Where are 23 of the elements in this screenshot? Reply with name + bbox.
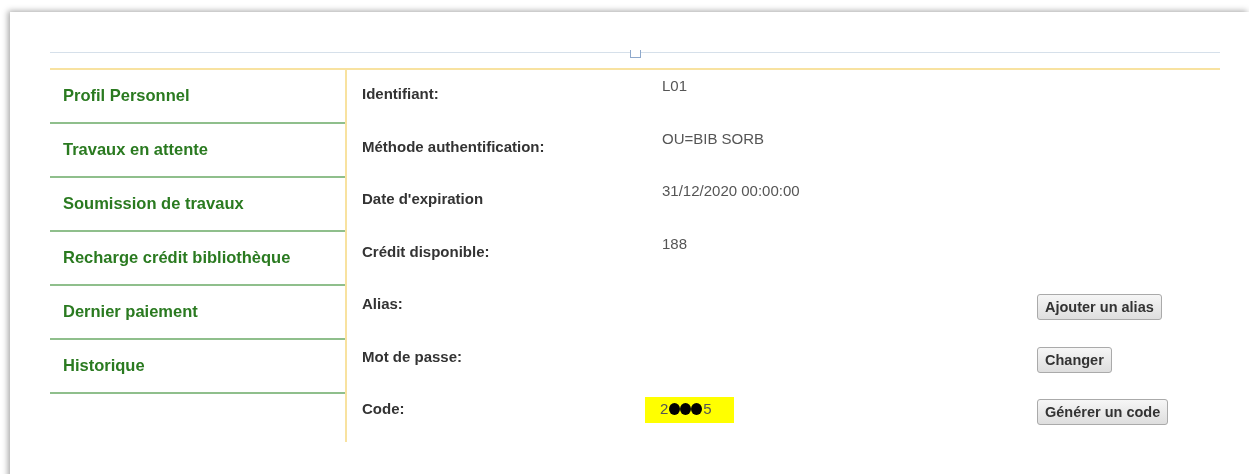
field-value: L01 bbox=[662, 77, 688, 94]
field-value: 31/12/2020 00:00:00 bbox=[662, 182, 800, 199]
action-button[interactable]: Ajouter un alias bbox=[1037, 294, 1162, 320]
sidebar-link[interactable]: Dernier paiement bbox=[50, 286, 345, 340]
sidebar-link[interactable]: Historique bbox=[50, 340, 345, 394]
action-button[interactable]: Changer bbox=[1037, 346, 1112, 373]
field-label: Méthode authentification: bbox=[362, 137, 546, 155]
field-label: Code: bbox=[362, 400, 406, 417]
field-value: OU=BIB SORB bbox=[662, 129, 765, 147]
sidebar-link[interactable]: Profil Personnel bbox=[50, 70, 345, 124]
field-label: Date d'expiration bbox=[362, 190, 485, 207]
field-label: Crédit disponible: bbox=[362, 242, 491, 260]
field-value: 5 bbox=[703, 400, 712, 417]
field-label: Alias: bbox=[362, 295, 404, 312]
sidebar-link[interactable]: Soumission de travaux bbox=[50, 178, 345, 232]
field-value: 188 bbox=[662, 234, 688, 252]
sidebar-link[interactable]: Travaux en attente bbox=[50, 124, 345, 178]
sidebar-link[interactable]: Recharge crédit bibliothèque bbox=[50, 232, 345, 286]
field-label: Mot de passe: bbox=[362, 347, 464, 365]
field-label: Identifiant: bbox=[362, 85, 440, 102]
field-value: 2 bbox=[660, 400, 669, 417]
action-button[interactable]: Générer un code bbox=[1037, 399, 1169, 425]
square-icon bbox=[630, 50, 641, 58]
